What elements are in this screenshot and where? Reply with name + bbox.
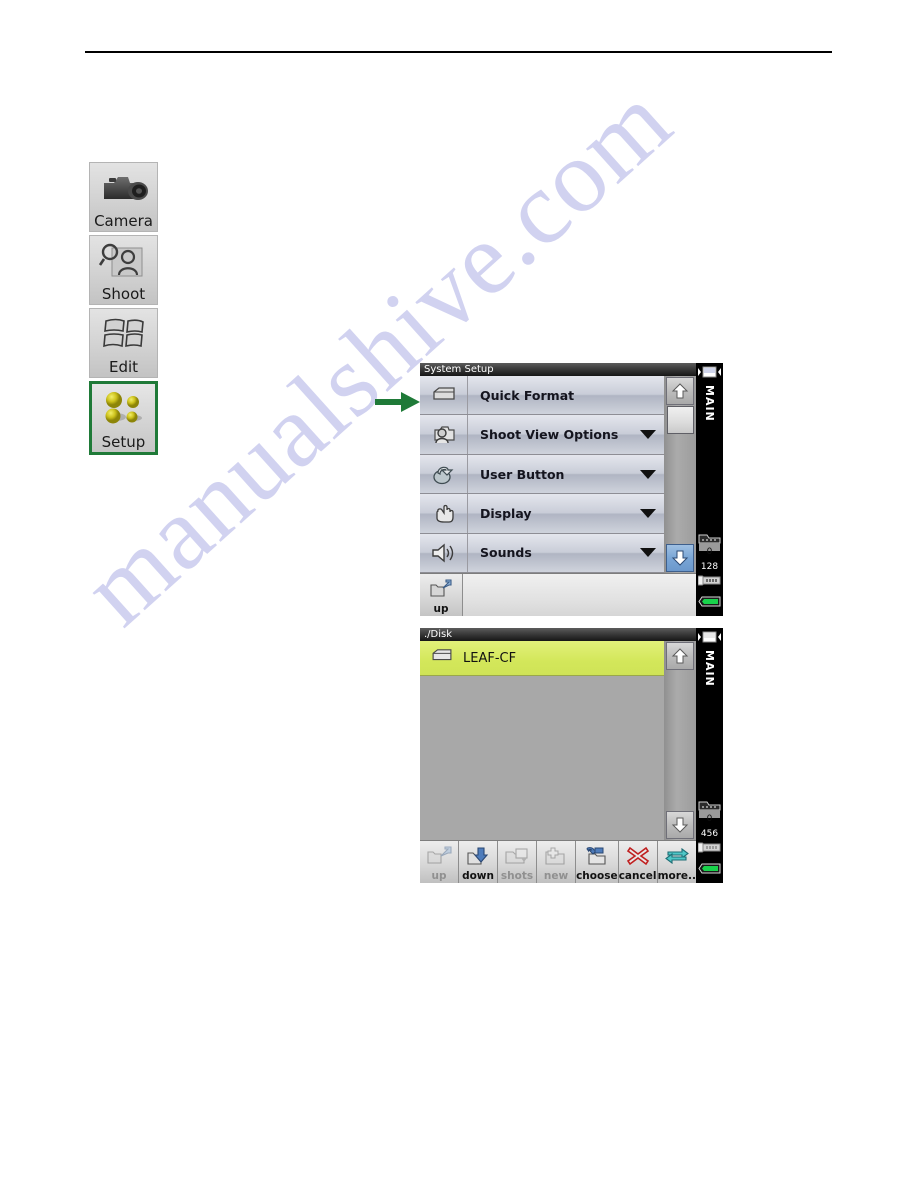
chevron-down-icon[interactable]	[632, 455, 664, 493]
battery-icon	[698, 594, 721, 612]
bottom-bar-filler	[463, 574, 696, 616]
scroll-up-icon[interactable]	[666, 377, 694, 405]
toolbar-button-label: cancel	[618, 870, 657, 882]
disk-toolbar: up down shots new choose cancel more..	[420, 840, 697, 883]
scroll-down-icon[interactable]	[666, 544, 694, 572]
shots-folder-icon	[504, 841, 530, 871]
toolbar-button-label: down	[462, 870, 494, 882]
sidebar-item-label: Setup	[101, 433, 146, 451]
menu-item-caret-slot	[632, 376, 664, 414]
menu-item-display[interactable]: Display	[420, 494, 664, 534]
disk-status-rail: MAIN 0 456	[696, 628, 723, 883]
card-slot-icon	[698, 630, 721, 648]
menu-item-user-button[interactable]: User Button	[420, 454, 664, 495]
camera-icon	[90, 163, 157, 213]
edit-icon	[90, 309, 157, 359]
list-item-label: LEAF-CF	[463, 650, 517, 666]
disk-icon	[430, 648, 454, 669]
shots-remaining-value: 456	[700, 829, 719, 839]
menu-item-quick-format[interactable]: Quick Format	[420, 376, 664, 416]
arrow-button-icon	[420, 454, 468, 494]
cancel-x-icon	[626, 841, 650, 871]
system-setup-panel: System Setup Quick Format Shoot View Opt…	[420, 363, 723, 616]
disk-browser-panel: ./Disk LEAF-CF up down shots new choose …	[420, 628, 723, 883]
sidebar-item-label: Edit	[108, 358, 139, 376]
scroll-up-icon[interactable]	[666, 642, 694, 670]
new-folder-icon	[543, 841, 569, 871]
menu-item-label: Quick Format	[480, 387, 575, 403]
menu-item-sounds[interactable]: Sounds	[420, 533, 664, 574]
more-cycle-icon	[664, 841, 690, 871]
up-button[interactable]: up	[420, 574, 463, 616]
annotation-right-arrow	[375, 391, 421, 418]
scroll-down-icon[interactable]	[666, 811, 694, 839]
toolbar-button-label: up	[431, 870, 447, 882]
mode-nav-column: Camera Shoot Edit Setup	[89, 162, 161, 458]
toolbar-button-more[interactable]: more..	[657, 841, 697, 883]
sidebar-item-label: Shoot	[101, 285, 146, 303]
page-header-rule	[85, 51, 832, 53]
cf-card-icon	[697, 840, 721, 858]
menu-item-shoot-view-options[interactable]: Shoot View Options	[420, 415, 664, 455]
setup-menu-list: Quick Format Shoot View Options User But…	[420, 376, 664, 574]
menu-item-label: Sounds	[480, 545, 532, 561]
toolbar-button-up[interactable]: up	[420, 841, 460, 883]
list-item[interactable]: LEAF-CF	[420, 641, 664, 676]
sidebar-item-shoot[interactable]: Shoot	[89, 235, 158, 305]
chevron-down-icon[interactable]	[632, 534, 664, 572]
battery-icon	[698, 861, 721, 879]
menu-item-label: Shoot View Options	[480, 427, 619, 443]
panel-title: ./Disk	[420, 628, 696, 641]
folder-count-value: 0	[706, 547, 713, 557]
menu-item-label: User Button	[480, 466, 565, 482]
setup-icon	[92, 384, 155, 434]
sidebar-item-label: Camera	[94, 212, 153, 230]
setup-status-rail: MAIN 0 128	[696, 363, 723, 616]
scrollbar-thumb[interactable]	[666, 406, 694, 434]
shoot-icon	[90, 236, 157, 286]
sidebar-item-edit[interactable]: Edit	[89, 308, 158, 378]
card-label: MAIN	[703, 385, 716, 422]
menu-item-label: Display	[480, 505, 532, 521]
toolbar-button-label: choose	[576, 870, 618, 882]
toolbar-button-label: shots	[500, 870, 534, 882]
cf-card-icon	[697, 573, 721, 591]
toolbar-button-label: new	[543, 870, 569, 882]
panel-title: System Setup	[420, 363, 696, 376]
speaker-icon	[420, 533, 468, 573]
setup-scrollbar[interactable]	[664, 376, 696, 573]
sidebar-item-camera[interactable]: Camera	[89, 162, 158, 232]
toolbar-button-cancel[interactable]: cancel	[618, 841, 658, 883]
camera-person-icon	[420, 415, 468, 454]
disk-scrollbar[interactable]	[664, 641, 696, 840]
disk-list: LEAF-CF	[420, 641, 664, 840]
toolbar-button-shots[interactable]: shots	[498, 841, 538, 883]
chevron-down-icon[interactable]	[632, 494, 664, 532]
chevron-down-icon[interactable]	[632, 415, 664, 453]
toolbar-button-choose[interactable]: choose	[576, 841, 619, 883]
toolbar-button-label: more..	[657, 870, 697, 882]
card-label: MAIN	[703, 650, 716, 687]
hand-pointer-icon	[420, 494, 468, 533]
card-slot-icon	[698, 365, 721, 383]
up-folder-icon	[429, 574, 453, 604]
sidebar-item-setup[interactable]: Setup	[89, 381, 158, 455]
toolbar-button-new[interactable]: new	[537, 841, 577, 883]
choose-folder-icon	[583, 841, 611, 871]
toolbar-button-down[interactable]: down	[459, 841, 499, 883]
disk-icon	[420, 376, 468, 415]
folder-count-value: 0	[706, 814, 713, 824]
shots-remaining-value: 128	[700, 562, 719, 572]
down-folder-icon	[465, 841, 491, 871]
up-button-label: up	[433, 603, 449, 615]
setup-bottom-bar: up	[420, 573, 696, 616]
up-folder-icon	[426, 841, 452, 871]
